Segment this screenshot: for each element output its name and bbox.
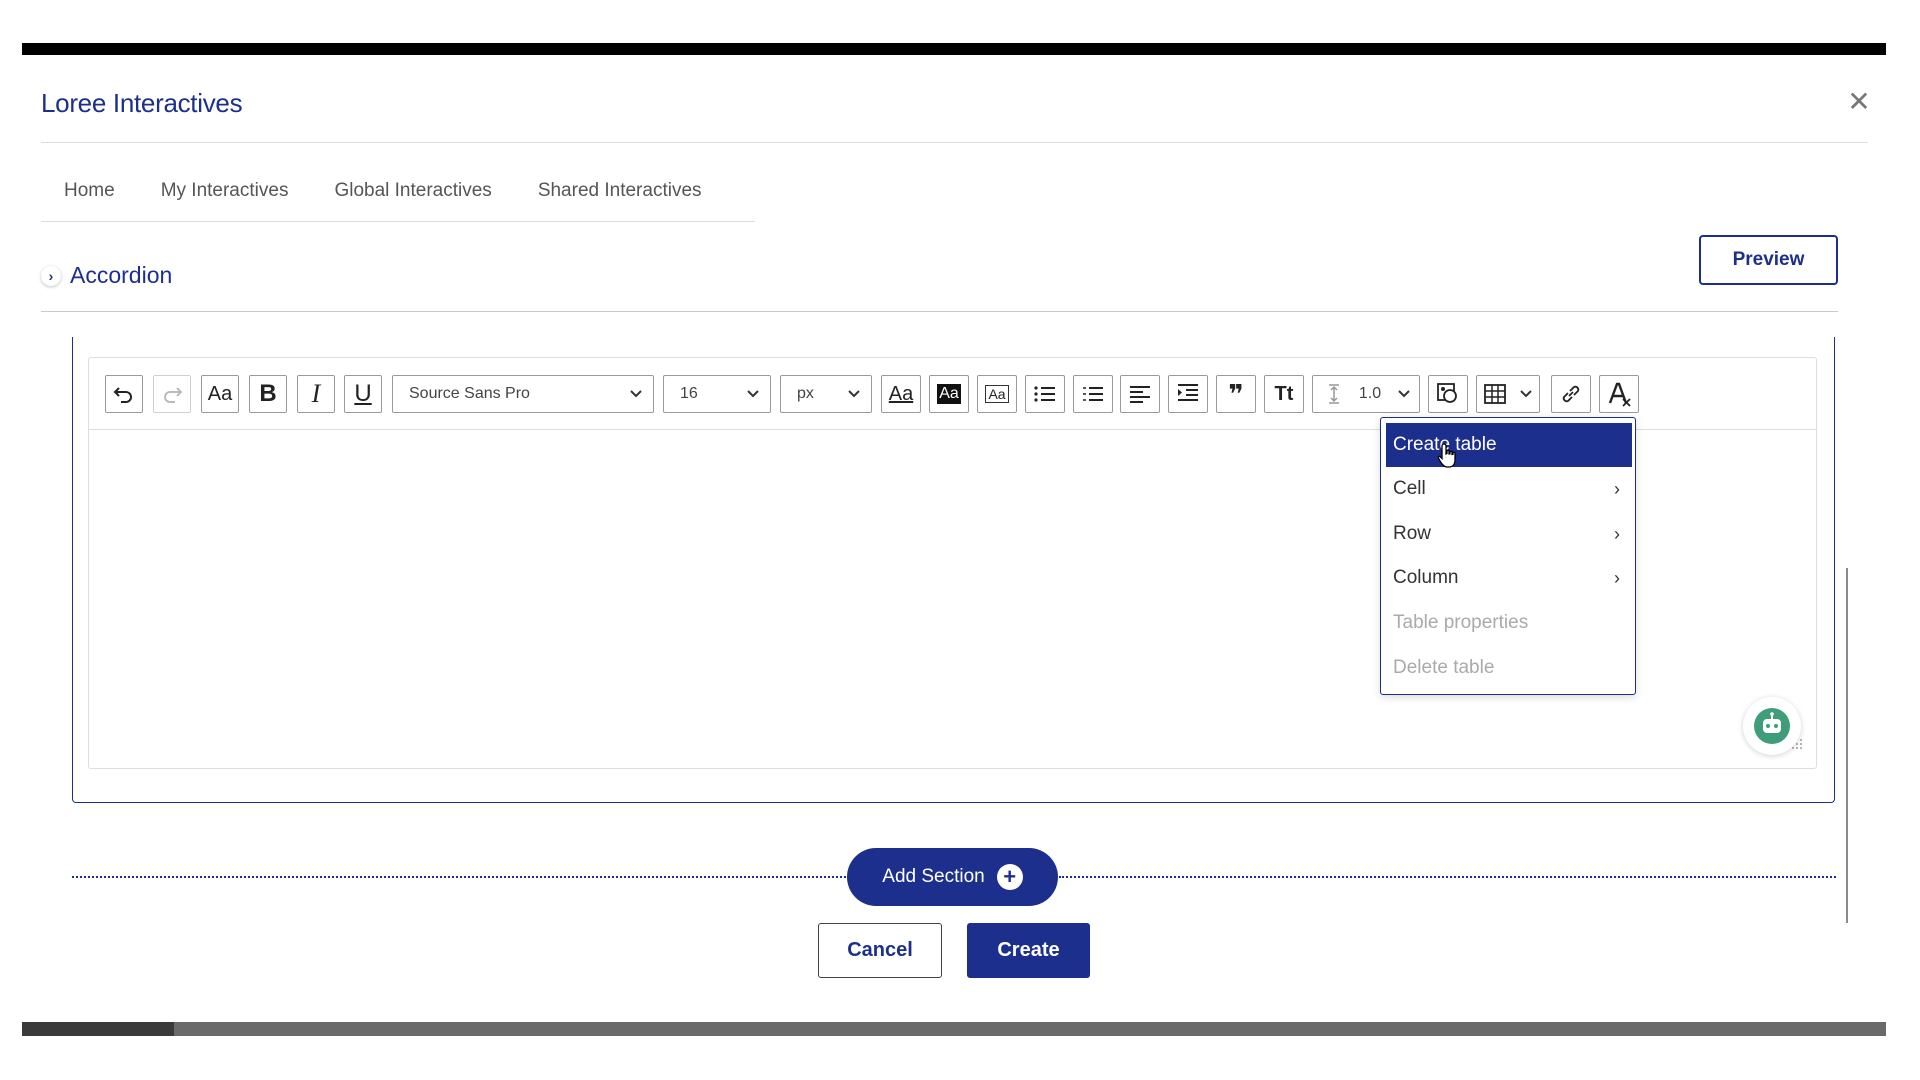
menu-item-table-properties: Table properties bbox=[1386, 601, 1632, 645]
menu-item-label: Column bbox=[1393, 567, 1459, 588]
plus-icon: + bbox=[996, 864, 1023, 890]
chevron-right-icon: › bbox=[1614, 523, 1620, 544]
resize-grip-icon[interactable] bbox=[1789, 736, 1803, 750]
chevron-right-icon: › bbox=[1614, 567, 1620, 588]
clear-format-button[interactable] bbox=[1599, 375, 1639, 413]
bordered-text-icon: Aa bbox=[985, 385, 1009, 403]
font-size-select[interactable]: 16 bbox=[663, 375, 771, 413]
numbered-list-icon bbox=[1083, 387, 1103, 401]
indent-icon bbox=[1178, 384, 1198, 401]
menu-item-label: Cell bbox=[1393, 478, 1426, 499]
font-family-select[interactable]: Source Sans Pro bbox=[392, 375, 654, 413]
accordion-divider bbox=[41, 311, 1838, 312]
chevron-right-icon[interactable]: › bbox=[41, 266, 61, 286]
highlight-icon: Aa bbox=[937, 384, 961, 404]
table-menu-button[interactable] bbox=[1476, 375, 1540, 413]
chevron-down-icon bbox=[847, 387, 861, 402]
line-height-icon bbox=[1329, 384, 1339, 404]
bullet-list-button[interactable] bbox=[1025, 375, 1065, 413]
link-button[interactable] bbox=[1551, 375, 1591, 413]
italic-button[interactable]: I bbox=[297, 375, 335, 413]
chevron-down-icon bbox=[629, 387, 643, 402]
text-transform-button[interactable]: Tt bbox=[1264, 375, 1304, 413]
add-section-button[interactable]: Add Section + bbox=[847, 848, 1058, 906]
link-icon bbox=[1562, 385, 1580, 403]
chevron-down-icon bbox=[746, 387, 760, 402]
redo-icon bbox=[164, 387, 183, 403]
tab-shared-interactives[interactable]: Shared Interactives bbox=[515, 172, 725, 221]
create-button[interactable]: Create bbox=[967, 923, 1090, 978]
chevron-down-icon bbox=[1397, 387, 1411, 402]
tab-home[interactable]: Home bbox=[41, 172, 138, 221]
close-icon[interactable]: ✕ bbox=[1846, 88, 1872, 116]
accordion-header[interactable]: › Accordion bbox=[41, 262, 173, 289]
top-border-bar bbox=[22, 43, 1886, 55]
menu-item-delete-table: Delete table bbox=[1386, 646, 1632, 690]
redo-button[interactable] bbox=[153, 375, 191, 413]
page-title: Loree Interactives bbox=[41, 88, 243, 118]
menu-item-label: Table properties bbox=[1393, 612, 1529, 633]
menu-item-label: Row bbox=[1393, 523, 1432, 544]
chevron-down-icon bbox=[1520, 390, 1532, 398]
robot-icon bbox=[1754, 708, 1790, 744]
line-height-select[interactable]: 1.0 bbox=[1312, 375, 1420, 413]
section-divider-left bbox=[72, 876, 846, 878]
image-shapes-icon bbox=[1437, 383, 1457, 403]
blockquote-button[interactable]: ❞ bbox=[1216, 375, 1256, 413]
align-button[interactable] bbox=[1120, 375, 1160, 413]
chevron-right-icon: › bbox=[1614, 478, 1620, 499]
font-case-button[interactable]: Aa bbox=[201, 375, 239, 413]
highlight-button[interactable]: Aa bbox=[929, 375, 969, 413]
undo-icon bbox=[113, 387, 132, 403]
table-icon bbox=[1484, 384, 1506, 404]
undo-button[interactable] bbox=[105, 375, 143, 413]
line-height-value: 1.0 bbox=[1358, 385, 1382, 402]
indent-button[interactable] bbox=[1168, 375, 1208, 413]
menu-item-row[interactable]: Row › bbox=[1386, 512, 1632, 556]
tab-my-interactives[interactable]: My Interactives bbox=[138, 172, 312, 221]
menu-item-label: Delete table bbox=[1393, 657, 1495, 678]
bordered-text-button[interactable]: Aa bbox=[977, 375, 1017, 413]
bottom-scrollbar-thumb[interactable] bbox=[22, 1022, 174, 1036]
clear-format-icon bbox=[1608, 382, 1631, 407]
numbered-list-button[interactable] bbox=[1073, 375, 1113, 413]
menu-item-create-table[interactable]: Create table bbox=[1386, 423, 1632, 467]
add-section-label: Add Section bbox=[882, 866, 985, 887]
vertical-scrollbar[interactable] bbox=[1846, 568, 1848, 923]
tab-global-interactives[interactable]: Global Interactives bbox=[311, 172, 514, 221]
underline-button[interactable]: U bbox=[344, 375, 382, 413]
preview-button[interactable]: Preview bbox=[1699, 235, 1838, 285]
bold-button[interactable]: B bbox=[249, 375, 287, 413]
text-color-button[interactable]: Aa bbox=[881, 375, 921, 413]
nav-tabs: Home My Interactives Global Interactives… bbox=[41, 172, 755, 222]
font-family-value: Source Sans Pro bbox=[409, 385, 530, 402]
font-unit-value: px bbox=[797, 385, 814, 402]
bottom-scrollbar[interactable] bbox=[22, 1022, 1886, 1036]
title-divider bbox=[41, 142, 1868, 143]
accordion-title: Accordion bbox=[70, 262, 173, 288]
menu-item-cell[interactable]: Cell › bbox=[1386, 467, 1632, 511]
font-unit-select[interactable]: px bbox=[780, 375, 872, 413]
cancel-button[interactable]: Cancel bbox=[818, 923, 942, 978]
table-dropdown-menu: Create table Cell › Row › Column › Table… bbox=[1380, 417, 1636, 695]
font-size-value: 16 bbox=[680, 385, 698, 402]
align-left-icon bbox=[1130, 386, 1150, 403]
menu-item-column[interactable]: Column › bbox=[1386, 556, 1632, 600]
insert-image-button[interactable] bbox=[1428, 375, 1468, 413]
section-divider-right bbox=[1059, 876, 1836, 878]
bullet-list-icon bbox=[1034, 386, 1055, 402]
hand-cursor-icon bbox=[1437, 443, 1456, 468]
